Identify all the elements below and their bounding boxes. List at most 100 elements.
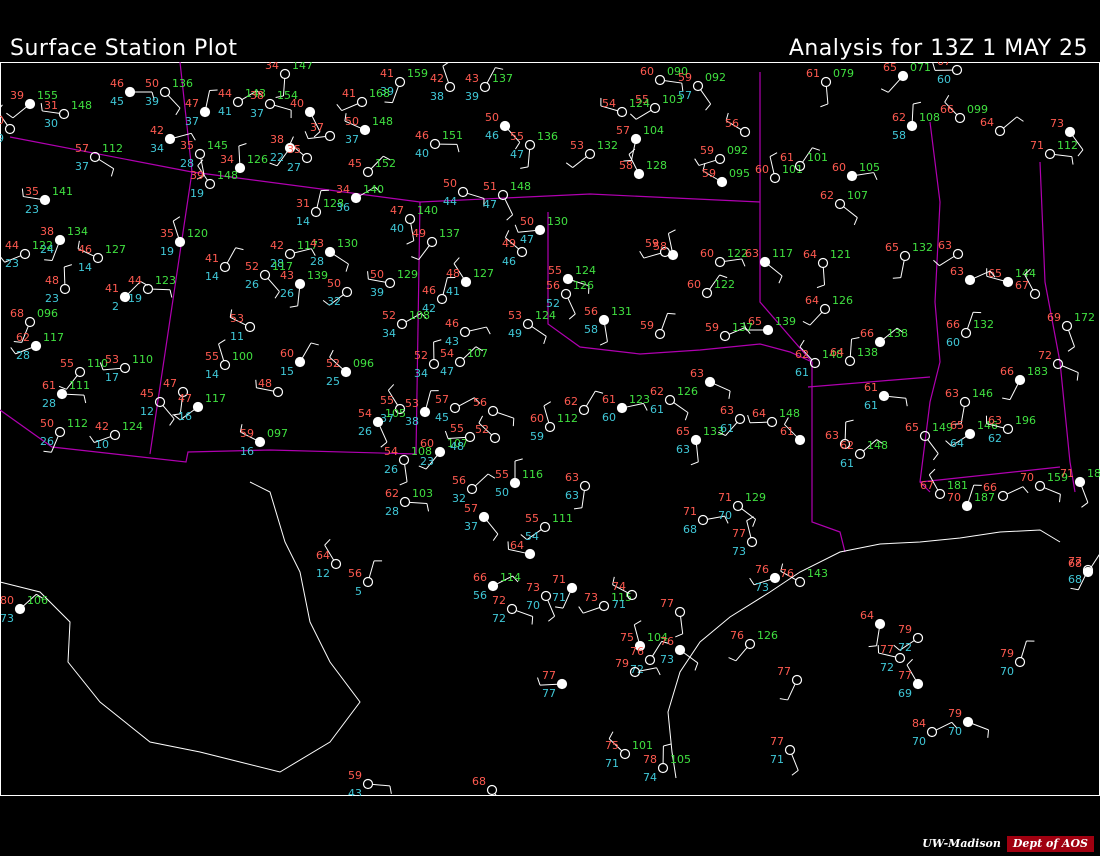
temperature-label: 50 (40, 417, 54, 430)
temperature-label: 64 (980, 116, 994, 129)
station-circle (1014, 374, 1026, 386)
temperature-label: 66 (473, 571, 487, 584)
pressure-label: 136 (537, 130, 558, 143)
pressure-label: 117 (205, 392, 226, 405)
temperature-label: 84 (912, 717, 926, 730)
temperature-label: 58 (653, 240, 667, 253)
station-circle (1064, 126, 1076, 138)
temperature-label: 77 (542, 669, 556, 682)
dewpoint-label: 37 (345, 133, 359, 146)
temperature-label: 35 (287, 143, 301, 156)
pressure-label: 147 (292, 62, 313, 72)
temperature-label: 60 (640, 65, 654, 78)
temperature-label: 71 (718, 491, 732, 504)
dewpoint-label: 56 (473, 589, 487, 602)
temperature-label: 64 (316, 549, 330, 562)
temperature-label: 75 (620, 631, 634, 644)
temperature-label: 53 (230, 312, 244, 325)
station-circle (1082, 566, 1094, 578)
temperature-label: 73 (526, 581, 540, 594)
pressure-label: 104 (643, 124, 664, 137)
dewpoint-label: 45 (435, 411, 449, 424)
temperature-label: 46 (445, 317, 459, 330)
dewpoint-label: 68 (1068, 573, 1082, 586)
pressure-label: 100 (232, 350, 253, 363)
temperature-label: 38 (40, 225, 54, 238)
plot-title: Surface Station Plot (10, 36, 238, 61)
dewpoint-label: 59 (530, 430, 544, 443)
pressure-label: 132 (973, 318, 994, 331)
temperature-label: 54 (440, 347, 454, 360)
pressure-label: 126 (247, 153, 268, 166)
station-circle (769, 572, 781, 584)
dewpoint-label: 41 (446, 285, 460, 298)
wind-barb (749, 421, 768, 424)
pressure-label: 114 (500, 571, 521, 584)
dewpoint-label: 72 (492, 612, 506, 625)
temperature-label: 77 (1068, 555, 1082, 568)
pressure-label: 129 (397, 268, 418, 281)
temperature-label: 56 (348, 567, 362, 580)
dewpoint-label: 43 (348, 787, 362, 796)
dewpoint-label: 49 (508, 327, 522, 340)
pressure-label: 106 (27, 594, 48, 607)
temperature-label: 63 (690, 367, 704, 380)
temperature-label: 52 (414, 349, 428, 362)
pressure-label: 096 (37, 307, 58, 320)
temperature-label: 62 (650, 385, 664, 398)
temperature-label: 38 (250, 89, 264, 102)
dewpoint-label: 74 (643, 771, 657, 784)
station-circle (906, 120, 918, 132)
temperature-label: 62 (892, 111, 906, 124)
temperature-label: 60 (687, 278, 701, 291)
pressure-label: 122 (32, 239, 53, 252)
station-circle (30, 340, 42, 352)
temperature-label: 50 (520, 215, 534, 228)
temperature-label: 62 (795, 348, 809, 361)
temperature-label: 53 (405, 397, 419, 410)
pressure-label: 138 (887, 327, 908, 340)
temperature-label: 76 (630, 645, 644, 658)
dewpoint-label: 37 (75, 160, 89, 173)
temperature-label: 64 (510, 539, 524, 552)
temperature-label: 60 (280, 347, 294, 360)
temperature-label: 55 (60, 357, 74, 370)
dewpoint-label: 14 (205, 270, 219, 283)
temperature-label: 63 (950, 265, 964, 278)
station-circle (434, 446, 446, 458)
wind-flag (384, 101, 393, 104)
temperature-label: 63 (988, 414, 1002, 427)
temperature-label: 42 (150, 124, 164, 137)
station-circle (419, 406, 431, 418)
pressure-label: 079 (833, 67, 854, 80)
temperature-label: 47 (178, 392, 192, 405)
pressure-label: 139 (775, 315, 796, 328)
temperature-label: 31 (296, 197, 310, 210)
dewpoint-label: 28 (16, 349, 30, 362)
station-circle (667, 249, 679, 261)
station-circle (897, 70, 909, 82)
temperature-label: 50 (485, 111, 499, 124)
temperature-label: 63 (720, 404, 734, 417)
temperature-label: 38 (270, 133, 284, 146)
station-circle (912, 678, 924, 690)
dewpoint-label: 77 (542, 687, 556, 700)
dewpoint-label: 63 (565, 489, 579, 502)
dewpoint-label: 61 (650, 403, 664, 416)
station-circle (562, 273, 574, 285)
pressure-label: 131 (611, 305, 632, 318)
dewpoint-label: 26 (245, 278, 259, 291)
temperature-label: 60 (700, 247, 714, 260)
dewpoint-label: 37 (185, 115, 199, 128)
temperature-label: 41 (205, 252, 219, 265)
temperature-label: 61 (806, 67, 820, 80)
dewpoint-label: 61 (840, 457, 854, 470)
dewpoint-label: 60 (937, 73, 951, 86)
dewpoint-label: 73 (755, 581, 769, 594)
temperature-label: 76 (780, 567, 794, 580)
temperature-label: 77 (898, 669, 912, 682)
pressure-label: 126 (757, 629, 778, 642)
dewpoint-label: 69 (898, 687, 912, 700)
temperature-label: 66 (1000, 365, 1014, 378)
pressure-label: 123 (629, 393, 650, 406)
